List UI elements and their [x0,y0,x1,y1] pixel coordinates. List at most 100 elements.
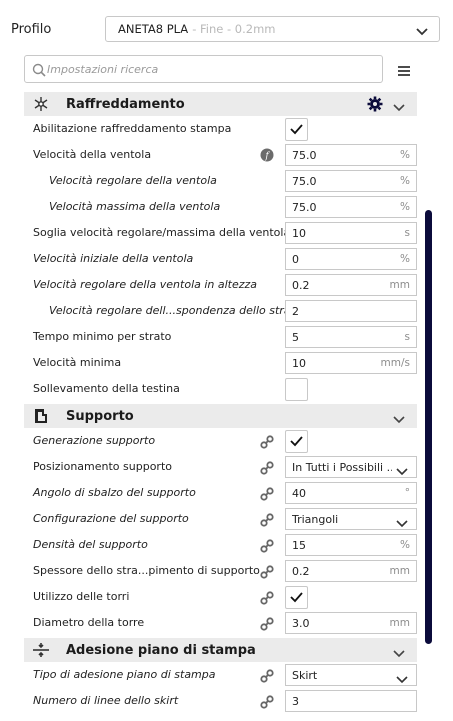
link-icon[interactable] [260,460,274,479]
field-value: 40 [292,487,306,500]
setting-label: Numero di linee dello skirt [33,694,179,707]
gear-icon[interactable] [367,96,383,116]
chevron-down-icon [393,98,405,117]
support-icon [32,408,50,428]
field-unit: mm [389,279,410,291]
min-speed-field[interactable]: 10 mm/s [285,352,417,374]
setting-row: Velocità regolare della ventola in altez… [0,272,453,298]
category-title-support: Supporto [66,409,134,424]
setting-row: Sollevamento della testina [0,376,453,402]
setting-label: Densità del supporto [33,538,148,551]
link-icon[interactable] [260,694,274,713]
field-value: 75.0 [292,175,317,188]
profile-label: Profilo [11,22,52,37]
search-placeholder: Impostazioni ricerca [47,63,159,76]
category-header-support[interactable]: Supporto [24,404,417,428]
field-value: 2 [292,305,299,318]
chevron-down-icon [415,23,429,42]
check-icon [290,592,303,603]
field-value: 10 [292,227,306,240]
setting-label: Velocità regolare della ventola [49,174,217,187]
lift-head-checkbox[interactable] [285,378,308,401]
link-icon[interactable] [260,486,274,505]
use-towers-checkbox[interactable] [285,586,308,609]
setting-label: Diametro della torre [33,616,145,629]
setting-row: Generazione supporto [0,428,453,454]
regular-fan-layer-field[interactable]: 2 [285,300,417,322]
support-infill-thickness-field[interactable]: 0.2 mm [285,560,417,582]
setting-label: Utilizzo delle torri [33,590,130,603]
profile-variant: - Fine - 0.2mm [192,22,276,36]
field-value: Triangoli [292,513,339,526]
fan-speed-field[interactable]: 75.0 % [285,144,417,166]
min-layer-time-field[interactable]: 5 s [285,326,417,348]
setting-row: Velocità regolare dell...spondenza dello… [0,298,453,324]
link-icon[interactable] [260,590,274,609]
setting-row: Posizionamento supporto In Tutti i Possi… [0,454,453,480]
category-header-adhesion[interactable]: Adesione piano di stampa [24,638,417,662]
profile-select[interactable]: ANETA8 PLA - Fine - 0.2mm [105,16,440,42]
skirt-lines-field[interactable]: 3 [285,690,417,712]
field-unit: % [400,175,410,187]
menu-icon[interactable] [397,62,411,81]
setting-label: Velocità della ventola [33,148,152,161]
setting-label: Velocità minima [33,356,122,369]
field-value: 75.0 [292,201,317,214]
setting-row: Configurazione del supporto Triangoli [0,506,453,532]
field-unit: mm/s [380,357,410,369]
setting-label: Angolo di sbalzo del supporto [33,486,196,499]
link-icon[interactable] [260,538,274,557]
setting-row: Diametro della torre 3.0 mm [0,610,453,636]
field-unit: mm [389,565,410,577]
category-header-cooling[interactable]: Raffreddamento [24,92,417,116]
check-icon [290,124,303,135]
link-icon[interactable] [260,564,274,583]
link-icon[interactable] [260,512,274,531]
setting-label: Velocità massima della ventola [49,200,221,213]
field-unit: % [400,149,410,161]
category-title-cooling: Raffreddamento [66,97,185,112]
generate-support-checkbox[interactable] [285,430,308,453]
chevron-down-icon [393,410,405,429]
regular-fan-height-field[interactable]: 0.2 mm [285,274,417,296]
field-unit: s [404,331,410,343]
setting-row: Velocità massima della ventola 75.0 % [0,194,453,220]
setting-label: Configurazione del supporto [33,512,189,525]
support-pattern-select[interactable]: Triangoli [285,508,417,530]
print-cooling-checkbox[interactable] [285,118,308,141]
link-icon[interactable] [260,668,274,687]
field-value: In Tutti i Possibili ... [292,461,392,474]
regular-fan-speed-field[interactable]: 75.0 % [285,170,417,192]
fx-icon[interactable]: f [260,147,274,166]
field-value: 5 [292,331,299,344]
chevron-down-icon [396,514,408,533]
support-angle-field[interactable]: 40 ° [285,482,417,504]
support-placement-select[interactable]: In Tutti i Possibili ... [285,456,417,478]
setting-row: Soglia velocità regolare/massima della v… [0,220,453,246]
setting-label: Spessore dello stra...pimento di support… [33,564,260,577]
max-fan-speed-field[interactable]: 75.0 % [285,196,417,218]
setting-label: Velocità regolare dell...spondenza dello… [49,304,302,317]
link-icon[interactable] [260,616,274,635]
link-icon[interactable] [260,434,274,453]
fan-icon [32,96,50,116]
field-unit: ° [404,487,410,499]
field-unit: % [400,253,410,265]
field-value: 0 [292,253,299,266]
field-unit: % [400,539,410,551]
tower-diameter-field[interactable]: 3.0 mm [285,612,417,634]
field-unit: mm [389,617,410,629]
fan-speed-threshold-field[interactable]: 10 s [285,222,417,244]
initial-fan-speed-field[interactable]: 0 % [285,248,417,270]
setting-label: Posizionamento supporto [33,460,172,473]
setting-label: Generazione supporto [33,434,156,447]
adhesion-type-select[interactable]: Skirt [285,664,417,686]
search-input[interactable]: Impostazioni ricerca [24,55,383,83]
support-density-field[interactable]: 15 % [285,534,417,556]
field-value: Skirt [292,669,318,682]
scrollbar[interactable] [425,210,432,644]
setting-row: Densità del supporto 15 % [0,532,453,558]
chevron-down-icon [393,644,405,663]
setting-label: Tipo di adesione piano di stampa [33,668,216,681]
setting-label: Velocità iniziale della ventola [33,252,194,265]
